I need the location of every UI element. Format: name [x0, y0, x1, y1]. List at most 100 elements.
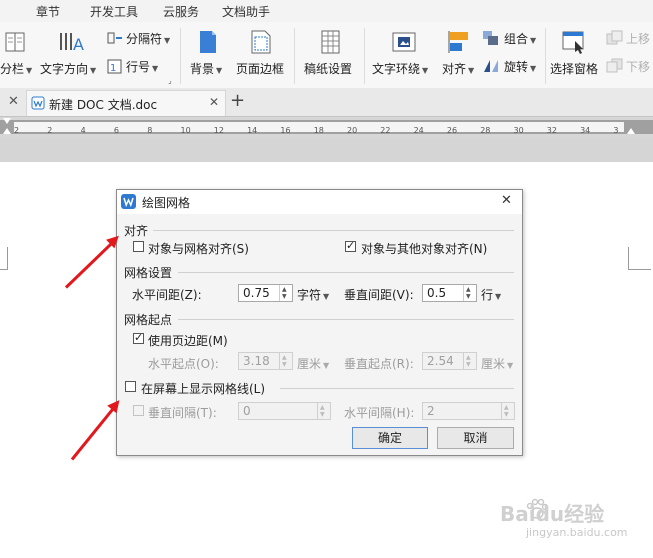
document-tab-label: 新建 DOC 文档.doc	[49, 98, 158, 112]
snap-to-grid-checkbox[interactable]	[133, 241, 144, 252]
move-down-button[interactable]: 下移	[606, 56, 653, 76]
spinner-arrows[interactable]: ▲ ▼	[279, 353, 292, 369]
ribbon-divider	[294, 28, 295, 84]
show-gridlines-checkbox[interactable]	[125, 381, 136, 392]
watermark-text: Baidu经验	[500, 502, 605, 526]
group-divider	[178, 319, 514, 320]
spinner-arrows[interactable]: ▲ ▼	[463, 285, 476, 301]
line-number-icon: 1	[107, 59, 122, 74]
vertical-every-label: 垂直间隔(T):	[148, 406, 217, 420]
horizontal-spacing-unit-dropdown[interactable]: 字符 ▼	[297, 286, 329, 303]
page-border-label: 页面边框	[236, 62, 285, 76]
horizontal-every-spinner[interactable]: 2 ▲ ▼	[422, 402, 515, 420]
grid-settings-label: 网格设置	[124, 266, 173, 280]
margin-corner-marker	[0, 247, 8, 270]
separator-label: 分隔符	[126, 32, 163, 46]
left-indent-marker[interactable]	[3, 128, 11, 134]
menu-chapter[interactable]: 章节	[36, 3, 60, 20]
background-label: 背景	[190, 62, 215, 76]
page-border-button[interactable]: 页面边框	[234, 26, 288, 86]
right-indent-marker[interactable]	[627, 128, 635, 134]
menu-doc-assistant[interactable]: 文档助手	[222, 3, 270, 20]
ribbon-divider	[180, 28, 181, 84]
align-group-label: 对齐	[124, 224, 149, 238]
manuscript-button[interactable]: 稿纸设置	[304, 26, 358, 86]
group-label: 组合	[504, 32, 529, 46]
manuscript-label: 稿纸设置	[304, 62, 353, 76]
manuscript-icon	[321, 30, 340, 54]
text-wrap-icon	[392, 32, 416, 52]
ruler-tick-label: 30	[513, 126, 524, 135]
columns-icon	[5, 32, 25, 52]
columns-button[interactable]: 分栏 ▼	[0, 26, 34, 86]
cancel-button[interactable]: 取消	[437, 427, 514, 449]
ruler-tick-label: 2	[47, 126, 53, 135]
text-direction-label: 文字方向	[40, 62, 89, 76]
spinner-arrows[interactable]: ▲ ▼	[279, 285, 292, 301]
close-icon[interactable]: ✕	[501, 193, 512, 208]
vertical-origin-value: 2.54	[427, 354, 454, 368]
dialog-launcher-icon[interactable]: ⌟	[168, 76, 172, 85]
rotate-button[interactable]: 旋转 ▼	[482, 56, 544, 76]
dialog-title-bar: 绘图网格 ✕	[117, 190, 522, 214]
margin-corner-marker	[628, 247, 651, 270]
horizontal-every-value: 2	[427, 404, 435, 418]
ok-button[interactable]: 确定	[352, 427, 428, 449]
move-up-label: 上移	[626, 32, 651, 46]
new-tab-icon[interactable]: +	[230, 90, 245, 111]
wps-app-icon	[121, 194, 136, 209]
page-border-icon	[251, 30, 271, 54]
select-pane-label: 选择窗格	[550, 62, 599, 76]
rotate-label: 旋转	[504, 60, 529, 74]
spinner-arrows[interactable]: ▲ ▼	[317, 403, 330, 419]
move-down-label: 下移	[626, 60, 651, 74]
group-divider	[280, 388, 514, 389]
vertical-spacing-spinner[interactable]: 0.5 ▲ ▼	[422, 284, 477, 302]
vertical-spacing-unit-dropdown[interactable]: 行 ▼	[481, 286, 501, 303]
ruler-tick-label: 2	[14, 126, 20, 135]
watermark-url: jingyan.baidu.com	[526, 526, 628, 539]
horizontal-origin-label: 水平起点(O):	[148, 357, 219, 371]
vertical-origin-spinner[interactable]: 2.54 ▲ ▼	[422, 352, 477, 370]
separator-button[interactable]: 分隔符 ▼	[106, 28, 176, 48]
align-button[interactable]: 对齐 ▼	[440, 26, 476, 86]
snap-to-objects-checkbox[interactable]	[345, 239, 356, 252]
ruler-tick-label: 16	[280, 126, 291, 135]
first-line-indent-marker[interactable]	[3, 118, 11, 124]
horizontal-origin-unit-dropdown[interactable]: 厘米 ▼	[297, 355, 329, 372]
line-number-label: 行号	[126, 60, 151, 74]
ruler-tick-label: 18	[313, 126, 324, 135]
horizontal-spacing-spinner[interactable]: 0.75 ▲ ▼	[238, 284, 293, 302]
document-tab[interactable]: 新建 DOC 文档.doc ✕	[26, 90, 226, 116]
group-button[interactable]: 组合 ▼	[482, 28, 544, 48]
text-direction-button[interactable]: A 文字方向 ▼	[40, 26, 102, 86]
ruler-tick-label: 10	[180, 126, 191, 135]
workspace-background	[0, 138, 653, 162]
move-down-icon	[606, 58, 623, 73]
line-number-button[interactable]: 1 行号 ▼	[106, 56, 166, 76]
move-up-icon	[606, 30, 623, 45]
move-up-button[interactable]: 上移	[606, 28, 653, 48]
menu-developer-tools[interactable]: 开发工具	[90, 3, 138, 20]
spinner-arrows[interactable]: ▲ ▼	[501, 403, 514, 419]
background-icon	[200, 31, 216, 53]
background-button[interactable]: 背景 ▼	[190, 26, 226, 86]
spinner-arrows[interactable]: ▲ ▼	[463, 353, 476, 369]
horizontal-origin-spinner[interactable]: 3.18 ▲ ▼	[238, 352, 293, 370]
menu-cloud-service[interactable]: 云服务	[163, 3, 199, 20]
previous-tab-close-icon[interactable]: ✕	[8, 94, 19, 109]
ruler-tick-label: 8	[147, 126, 153, 135]
align-icon	[448, 31, 468, 53]
vertical-origin-unit-dropdown[interactable]: 厘米 ▼	[481, 355, 513, 372]
vertical-every-spinner[interactable]: 0 ▲ ▼	[238, 402, 331, 420]
text-wrap-button[interactable]: 文字环绕 ▼	[372, 26, 434, 86]
vertical-every-checkbox[interactable]	[133, 405, 144, 416]
text-wrap-label: 文字环绕	[372, 62, 421, 76]
close-tab-icon[interactable]: ✕	[209, 95, 219, 109]
ribbon-divider	[364, 28, 365, 84]
horizontal-origin-value: 3.18	[243, 354, 270, 368]
use-margins-checkbox[interactable]	[133, 331, 144, 344]
group-divider	[153, 230, 514, 231]
select-pane-button[interactable]: 选择窗格	[550, 26, 602, 86]
ruler-tick-label: 32	[546, 126, 557, 135]
